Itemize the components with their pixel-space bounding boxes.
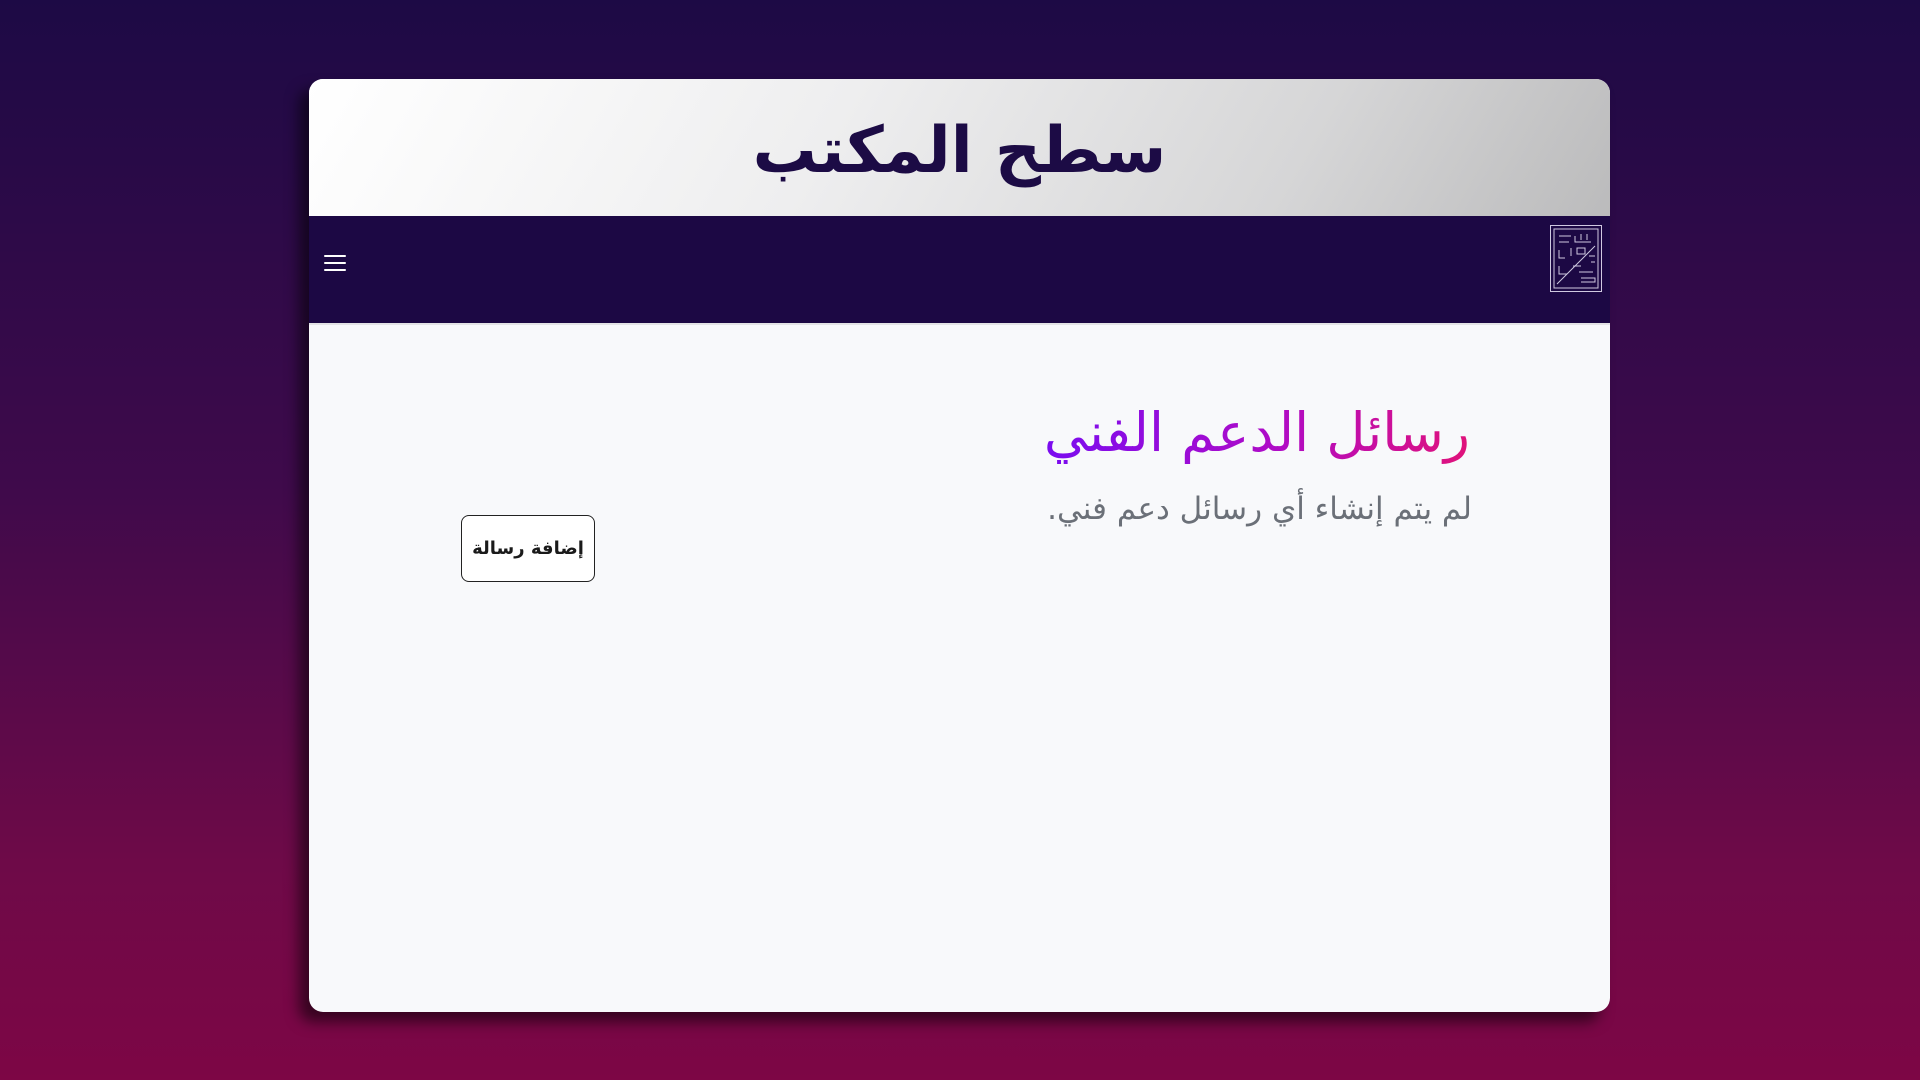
hamburger-menu-icon[interactable] [321, 246, 351, 276]
calligraphy-logo-icon[interactable] [1550, 225, 1602, 292]
add-message-button[interactable]: إضافة رسالة [461, 515, 595, 582]
empty-state-message: لم يتم إنشاء أي رسائل دعم فني. [1047, 491, 1472, 527]
logo-glyph [1553, 228, 1599, 289]
page-title: رسائل الدعم الفني [1043, 401, 1470, 464]
title-bar: سطح المكتب [309, 79, 1610, 216]
top-navbar [309, 216, 1610, 325]
menu-line [324, 269, 346, 271]
menu-line [324, 262, 346, 264]
main-content: رسائل الدعم الفني لم يتم إنشاء أي رسائل … [309, 325, 1610, 1012]
menu-line [324, 255, 346, 257]
app-title: سطح المكتب [752, 113, 1167, 188]
app-window: سطح المكتب رسائل الدعم الفني لم يتم إنشا… [309, 79, 1610, 1012]
